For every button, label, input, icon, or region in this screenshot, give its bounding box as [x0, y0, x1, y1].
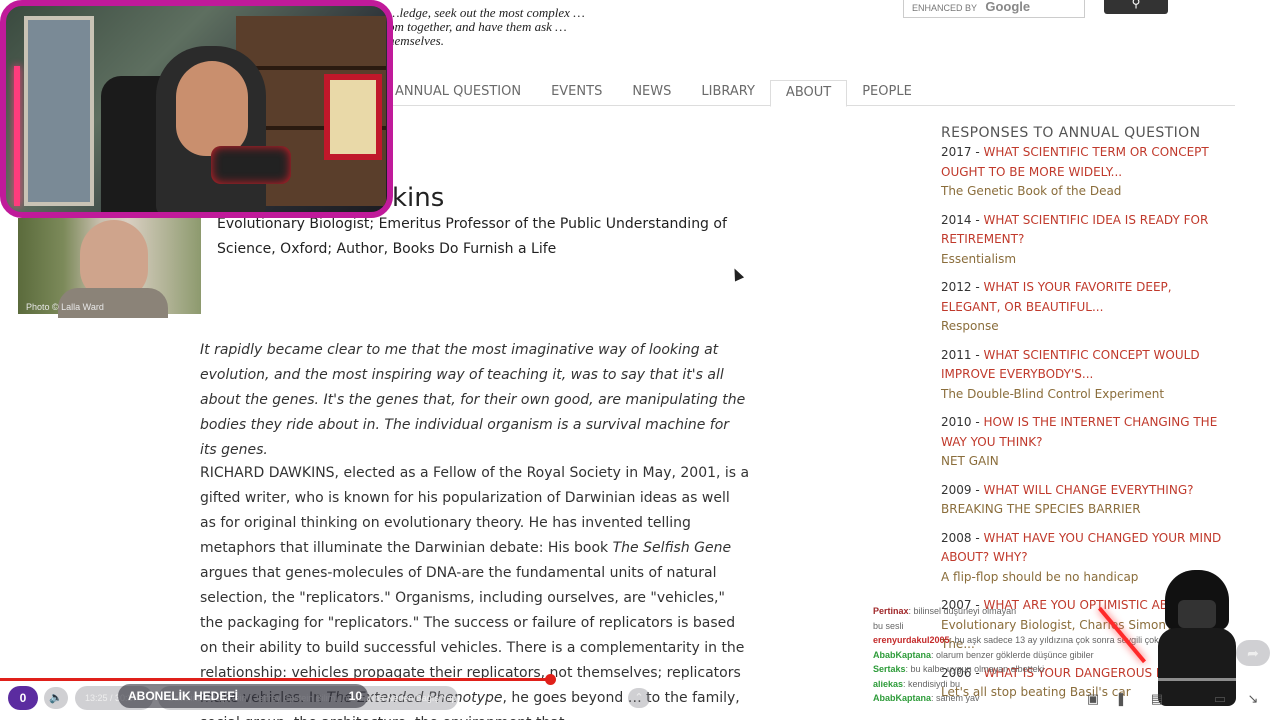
microphone [211, 146, 291, 184]
subscriber-goal-label: ABONELİK HEDEFİ [128, 689, 239, 703]
search-button[interactable]: ⚲ [1104, 0, 1168, 14]
entry-response-link[interactable]: BREAKING THE SPECIES BARRIER [941, 500, 1231, 520]
sidebar-entry: 2012 - WHAT IS YOUR FAVORITE DEEP, ELEGA… [941, 278, 1231, 337]
chat-user: Sertaks [873, 664, 906, 674]
nav-library[interactable]: LIBRARY [686, 80, 770, 106]
nav-people[interactable]: PEOPLE [847, 80, 927, 106]
miniplayer-button[interactable]: ▣ [1083, 690, 1103, 708]
nav-events[interactable]: EVENTS [536, 80, 617, 106]
streamer-face [176, 61, 248, 156]
search-icon: ⚲ [1131, 0, 1141, 10]
video-player-controls: 0 🔈 13:25 / 30:27 Dawkins ve Epstein | J… [0, 682, 1280, 720]
entry-year: 2014 - [941, 212, 984, 227]
sidebar-entry: 2017 - WHAT SCIENTIFIC TERM OR CONCEPT O… [941, 143, 1231, 202]
chat-text: : olarum benzer göklerde düşünce gibiler [931, 649, 1094, 660]
entry-year: 2012 - [941, 280, 984, 294]
fullscreen-exit-button[interactable]: ↘ [1243, 690, 1263, 708]
pause-button[interactable]: ❚ [1111, 690, 1131, 708]
site-tagline: …ledge, seek out the most complex …om to… [388, 5, 585, 48]
chat-message: Pertinax: bilinsel düşüneyi olmayan [873, 604, 1163, 619]
progress-played [0, 678, 551, 681]
chevron-up-icon: ⌃ [634, 692, 644, 704]
sidebar-entry: 2014 - WHAT SCIENTIFIC IDEA IS READY FOR… [941, 211, 1231, 270]
google-brand: Google [985, 0, 1031, 14]
person-name-heading: kins [392, 183, 445, 213]
chat-message: Sertaks: bu kalbe uygun olmayan elbettek… [873, 662, 1163, 677]
photo-credit: Photo © Lalla Ward [26, 302, 104, 312]
mouse-cursor [729, 266, 745, 282]
share-icon: ➦ [1247, 645, 1259, 661]
sidebar-entry: 2010 - HOW IS THE INTERNET CHANGING THE … [941, 413, 1231, 472]
fullscreen-exit-icon: ↘ [1247, 691, 1259, 706]
search-input[interactable]: ENHANCED BY Google [903, 0, 1085, 18]
main-nav: ANNUAL QUESTION EVENTS NEWS LIBRARY ABOU… [380, 80, 1235, 107]
chat-message: AbabKaptana: olarum benzer göklerde düşü… [873, 648, 1163, 663]
webcam-overlay [0, 0, 393, 218]
nav-annual-question[interactable]: ANNUAL QUESTION [380, 80, 536, 106]
viewer-count-badge: 0 [8, 686, 38, 710]
entry-response-link[interactable]: Response [941, 317, 1231, 337]
entry-year: 2010 - [941, 415, 984, 429]
profile-photo: Photo © Lalla Ward [18, 218, 201, 318]
share-button[interactable]: ➦ [1236, 640, 1270, 666]
background-door [24, 16, 94, 206]
subtitles-button[interactable]: ▤ [1147, 690, 1167, 708]
pause-icon: ❚ [1115, 691, 1127, 706]
cast-button[interactable]: ▭ [1210, 690, 1230, 708]
entry-response-link[interactable]: The Double-Blind Control Experiment [941, 385, 1231, 405]
subtitles-icon: ▤ [1150, 691, 1164, 706]
subscriber-goal-value: 10 [348, 689, 362, 703]
sidebar-entry: 2011 - WHAT SCIENTIFIC CONCEPT WOULD IMP… [941, 346, 1231, 405]
search-label: ENHANCED BY [912, 3, 977, 13]
volume-button[interactable]: 🔈 [44, 687, 68, 709]
subscriber-goal-widget: ABONELİK HEDEFİ 10 [118, 684, 368, 708]
person-title: Evolutionary Biologist; Emeritus Profess… [217, 216, 727, 257]
entry-question-link[interactable]: WHAT HAVE YOU CHANGED YOUR MIND ABOUT? W… [941, 531, 1221, 565]
entry-response-link[interactable]: The Genetic Book of the Dead [941, 182, 1231, 202]
entry-year: 2008 - [941, 530, 984, 545]
bio-book-selfish-gene: The Selfish Gene [612, 540, 732, 556]
chat-user: Pertinax [873, 606, 909, 616]
picture-frame [324, 74, 382, 160]
chat-user: AbabKaptana [873, 649, 932, 660]
chat-user: erenyurdakul2005 [873, 635, 950, 645]
entry-year: 2017 - [941, 145, 984, 159]
expand-chevron-button[interactable]: ⌃ [628, 688, 650, 708]
cast-icon: ▭ [1213, 691, 1227, 706]
entry-response-link[interactable]: NET GAIN [941, 452, 1231, 472]
entry-question-link[interactable]: WHAT WILL CHANGE EVERYTHING? [984, 483, 1194, 497]
entry-year: 2011 - [941, 347, 984, 362]
vader-mask [1178, 600, 1216, 628]
nav-about[interactable]: ABOUT [769, 80, 848, 107]
miniplayer-icon: ▣ [1086, 691, 1100, 706]
entry-year: 2009 - [941, 482, 984, 497]
video-progress-bar[interactable] [0, 674, 1280, 685]
profile-quote: It rapidly became clear to me that the m… [200, 342, 746, 458]
chat-text: : bilinsel düşüneyi olmayan [908, 606, 1017, 616]
entry-response-link[interactable]: Essentialism [941, 250, 1231, 270]
sidebar-heading: RESPONSES TO ANNUAL QUESTION [941, 125, 1201, 141]
neon-light [14, 66, 20, 206]
volume-icon: 🔈 [49, 692, 63, 704]
chat-text: : bu kalbe uygun olmayan elbetteki [905, 664, 1045, 674]
chat-text: bu sesli [873, 620, 904, 631]
nav-news[interactable]: NEWS [617, 80, 686, 106]
sidebar-entry: 2009 - WHAT WILL CHANGE EVERYTHING? BREA… [941, 481, 1231, 520]
